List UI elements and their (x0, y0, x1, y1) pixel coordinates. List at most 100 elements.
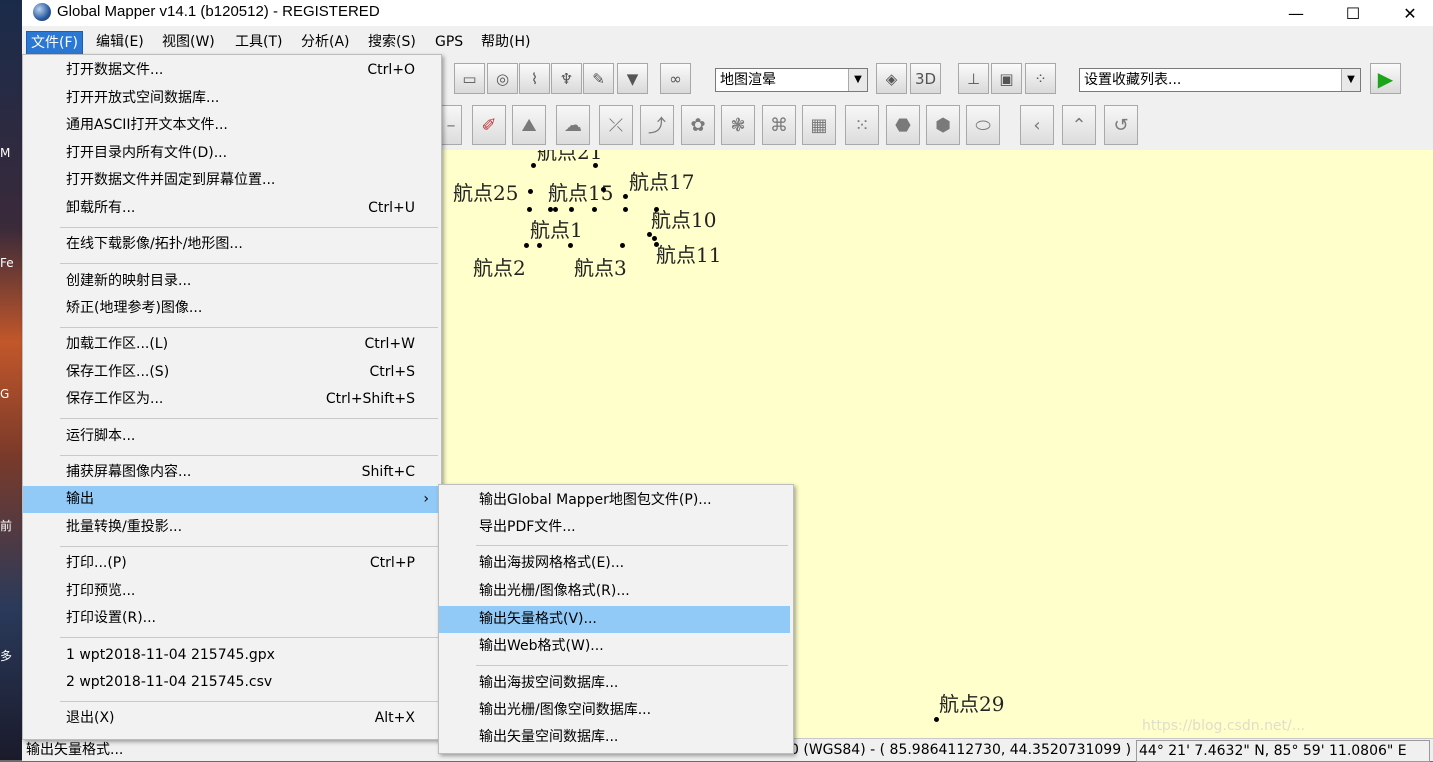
tower-icon[interactable]: ♆ (551, 63, 582, 94)
waypoint-marker[interactable] (593, 163, 598, 168)
menu-item-recent-file[interactable]: 1 wpt2018-11-04 215745.gpx (23, 642, 441, 669)
menu-gps[interactable]: GPS (431, 31, 467, 53)
desktop-icon-label[interactable]: M (0, 146, 22, 160)
menu-item-open-data[interactable]: 打开数据文件... Ctrl+O (23, 57, 441, 84)
menu-item-load-workspace[interactable]: 加载工作区...(L) Ctrl+W (23, 331, 441, 358)
submenu-item-export-web[interactable]: 输出Web格式(W)... (439, 633, 790, 660)
binoculars-icon[interactable]: ∞ (660, 63, 691, 94)
waypoint-label[interactable]: 航点29 (939, 688, 1004, 717)
menu-item-save-workspace-as[interactable]: 保存工作区为... Ctrl+Shift+S (23, 386, 441, 413)
menu-item-save-workspace[interactable]: 保存工作区...(S) Ctrl+S (23, 359, 441, 386)
collapse-icon[interactable]: – (440, 105, 462, 145)
menu-help[interactable]: 帮助(H) (477, 31, 534, 53)
menu-item-batch-convert[interactable]: 批量转换/重投影... (23, 514, 441, 541)
menu-analysis[interactable]: 分析(A) (297, 31, 354, 53)
submenu-item-export-raster-db[interactable]: 输出光栅/图像空间数据库... (439, 697, 790, 724)
waypoint-marker[interactable] (934, 717, 939, 722)
crop-area-icon[interactable]: ⬢ (926, 105, 960, 145)
combine-icon[interactable]: ❃ (721, 105, 755, 145)
menu-item-print[interactable]: 打印...(P) Ctrl+P (23, 550, 441, 577)
desktop-icon-label[interactable]: G (0, 387, 22, 401)
minimize-button[interactable]: — (1273, 0, 1319, 26)
menu-item-rectify[interactable]: 矫正(地理参考)图像... (23, 295, 441, 322)
waypoint-marker[interactable] (601, 187, 606, 192)
waypoint-marker[interactable] (623, 194, 628, 199)
window-icon[interactable]: ▣ (991, 63, 1022, 94)
menu-item-capture-screen[interactable]: 捕获屏幕图像内容... Shift+C (23, 459, 441, 486)
waypoint-label[interactable]: 航点17 (629, 166, 694, 195)
grid-create-icon[interactable]: ▦ (802, 105, 836, 145)
submenu-item-export-raster[interactable]: 输出光栅/图像格式(R)... (439, 578, 790, 605)
close-button[interactable]: ✕ (1387, 0, 1433, 26)
favorites-select[interactable]: 设置收藏列表... ▼ (1079, 68, 1361, 92)
3d-view-icon[interactable]: 3D (910, 63, 941, 94)
waypoint-marker[interactable] (654, 242, 659, 247)
buffer-icon[interactable]: ✿ (681, 105, 715, 145)
waypoint-marker[interactable] (527, 207, 532, 212)
play-icon[interactable]: ▶ (1370, 63, 1401, 94)
path-profile-icon[interactable]: ⊥ (958, 63, 989, 94)
points-icon[interactable]: ⁙ (845, 105, 879, 145)
menu-file[interactable]: 文件(F) (26, 31, 83, 55)
menu-item-open-directory[interactable]: 打开目录内所有文件(D)... (23, 140, 441, 167)
menu-view[interactable]: 视图(W) (158, 31, 219, 53)
submenu-item-export-elevation[interactable]: 输出海拔网格格式(E)... (439, 550, 790, 577)
ruler-icon[interactable]: ▭ (454, 63, 485, 94)
waypoint-marker[interactable] (647, 232, 652, 237)
waypoint-marker[interactable] (569, 207, 574, 212)
reshape-icon[interactable]: ⌘ (762, 105, 796, 145)
waypoint-label[interactable]: 航点2 (473, 252, 526, 281)
waypoint-label[interactable]: 航点3 (574, 252, 627, 281)
menu-item-recent-file[interactable]: 2 wpt2018-11-04 215745.csv (23, 669, 441, 696)
menu-item-unload-all[interactable]: 卸载所有... Ctrl+U (23, 195, 441, 222)
rotate-icon[interactable]: ↺ (1104, 105, 1138, 145)
submenu-item-export-vector-db[interactable]: 输出矢量空间数据库... (439, 724, 790, 751)
submenu-item-export-gmp[interactable]: 输出Global Mapper地图包文件(P)... (439, 487, 790, 514)
maximize-button[interactable]: ☐ (1330, 0, 1376, 26)
waypoint-marker[interactable] (537, 243, 542, 248)
submenu-item-export-elevation-db[interactable]: 输出海拔空间数据库... (439, 670, 790, 697)
menu-item-export[interactable]: 输出 › (23, 486, 441, 513)
chart-icon[interactable]: ⌇ (519, 63, 550, 94)
waypoint-marker[interactable] (524, 243, 529, 248)
menu-item-print-preview[interactable]: 打印预览... (23, 578, 441, 605)
pencil-icon[interactable]: ✎ (583, 63, 614, 94)
waypoint-marker[interactable] (620, 243, 625, 248)
waypoint-label[interactable]: 航点1 (530, 214, 583, 243)
waypoint-label[interactable]: 航点25 (453, 177, 518, 206)
fill-area-icon[interactable]: ⬣ (886, 105, 920, 145)
funnel-icon[interactable]: ▼ (617, 63, 648, 94)
menu-item-print-setup[interactable]: 打印设置(R)... (23, 605, 441, 632)
menu-item-open-ascii[interactable]: 通用ASCII打开文本文件... (23, 112, 441, 139)
waypoint-marker[interactable] (531, 163, 536, 168)
menu-item-online-download[interactable]: 在线下载影像/拓扑/地形图... (23, 231, 441, 258)
menu-item-run-script[interactable]: 运行脚本... (23, 423, 441, 450)
waypoint-marker[interactable] (553, 207, 558, 212)
menu-tools[interactable]: 工具(T) (231, 31, 286, 53)
desktop-icon-label[interactable]: Fe (0, 256, 22, 270)
waypoint-label[interactable]: 航点10 (651, 204, 716, 233)
redo-icon[interactable]: ⌃ (1062, 105, 1096, 145)
waypoint-marker[interactable] (592, 207, 597, 212)
waypoint-marker[interactable] (623, 207, 628, 212)
menu-item-new-catalog[interactable]: 创建新的映射目录... (23, 268, 441, 295)
waypoint-marker[interactable] (654, 207, 659, 212)
menu-item-open-fixed[interactable]: 打开数据文件并固定到屏幕位置... (23, 167, 441, 194)
waypoint-marker[interactable] (528, 189, 533, 194)
waypoint-marker[interactable] (652, 236, 657, 241)
waypoint-label[interactable]: 航点21 (537, 150, 602, 165)
waypoint-marker[interactable] (568, 243, 573, 248)
menu-item-open-spatial-db[interactable]: 打开开放式空间数据库... (23, 85, 441, 112)
smooth-area-icon[interactable]: ⬭ (966, 105, 1000, 145)
desktop-icon-label[interactable]: 前 (0, 517, 22, 534)
vertex-edit-icon[interactable]: ⛰ (512, 105, 546, 145)
info-icon[interactable]: ◎ (487, 63, 518, 94)
shaded-relief-icon[interactable]: ◈ (876, 63, 907, 94)
render-mode-select[interactable]: 地图渲晕 ▼ (715, 68, 868, 92)
undo-icon[interactable]: ‹ (1020, 105, 1054, 145)
area-edit-icon[interactable]: ☁ (556, 105, 590, 145)
submenu-item-export-pdf[interactable]: 导出PDF文件... (439, 514, 790, 541)
menu-item-exit[interactable]: 退出(X) Alt+X (23, 705, 441, 732)
digitizer-icon[interactable]: ✐ (472, 105, 506, 145)
join-line-icon[interactable]: ⤴ (640, 105, 674, 145)
